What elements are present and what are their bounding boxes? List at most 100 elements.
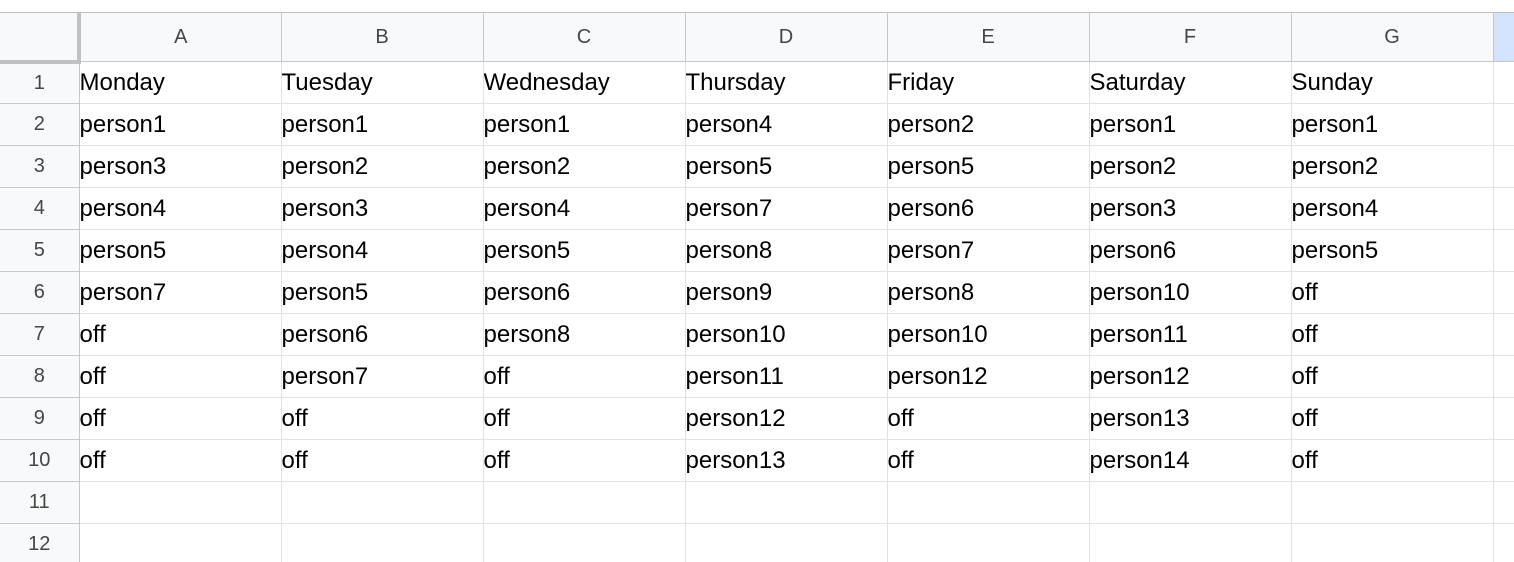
cell-b[interactable]: off bbox=[281, 439, 484, 482]
cell-d[interactable] bbox=[685, 523, 888, 562]
row-header[interactable]: 8 bbox=[0, 355, 80, 398]
cell-b[interactable]: person5 bbox=[281, 271, 484, 314]
cell-f[interactable]: person14 bbox=[1089, 439, 1292, 482]
cell-g[interactable]: off bbox=[1291, 271, 1494, 314]
cell-c[interactable]: off bbox=[483, 439, 686, 482]
cell-c[interactable] bbox=[483, 481, 686, 524]
column-header-b[interactable]: B bbox=[281, 12, 484, 62]
cell-g[interactable]: person5 bbox=[1291, 229, 1494, 272]
cell-overflow[interactable] bbox=[1493, 187, 1514, 230]
cell-d[interactable]: person5 bbox=[685, 145, 888, 188]
cell-e[interactable] bbox=[887, 523, 1090, 562]
column-header-d[interactable]: D bbox=[685, 12, 888, 62]
cell-b[interactable]: person6 bbox=[281, 313, 484, 356]
cell-e[interactable]: person10 bbox=[887, 313, 1090, 356]
cell-g[interactable]: person4 bbox=[1291, 187, 1494, 230]
cell-c[interactable]: person2 bbox=[483, 145, 686, 188]
cell-a[interactable]: person4 bbox=[79, 187, 282, 230]
cell-overflow[interactable] bbox=[1493, 523, 1514, 562]
row-header[interactable]: 9 bbox=[0, 397, 80, 440]
cell-a[interactable]: person7 bbox=[79, 271, 282, 314]
cell-e[interactable]: person12 bbox=[887, 355, 1090, 398]
cell-a[interactable] bbox=[79, 481, 282, 524]
cell-d[interactable]: person7 bbox=[685, 187, 888, 230]
cell-a[interactable]: off bbox=[79, 397, 282, 440]
cell-e[interactable]: person5 bbox=[887, 145, 1090, 188]
cell-g[interactable]: off bbox=[1291, 439, 1494, 482]
cell-g[interactable]: person1 bbox=[1291, 103, 1494, 146]
column-header-c[interactable]: C bbox=[483, 12, 686, 62]
row-header[interactable]: 1 bbox=[0, 61, 80, 104]
cell-c[interactable]: person1 bbox=[483, 103, 686, 146]
cell-e[interactable] bbox=[887, 481, 1090, 524]
cell-overflow[interactable] bbox=[1493, 397, 1514, 440]
cell-overflow[interactable] bbox=[1493, 271, 1514, 314]
cell-e[interactable]: person2 bbox=[887, 103, 1090, 146]
column-header-g[interactable]: G bbox=[1291, 12, 1494, 62]
cell-f[interactable]: person11 bbox=[1089, 313, 1292, 356]
cell-d[interactable]: person11 bbox=[685, 355, 888, 398]
row-header[interactable]: 7 bbox=[0, 313, 80, 356]
cell-c[interactable]: Wednesday bbox=[483, 61, 686, 104]
select-all-corner[interactable] bbox=[0, 12, 81, 64]
cell-e[interactable]: person8 bbox=[887, 271, 1090, 314]
cell-g[interactable] bbox=[1291, 481, 1494, 524]
cell-e[interactable]: Friday bbox=[887, 61, 1090, 104]
cell-overflow[interactable] bbox=[1493, 439, 1514, 482]
cell-a[interactable] bbox=[79, 523, 282, 562]
cell-d[interactable]: person12 bbox=[685, 397, 888, 440]
cell-a[interactable]: off bbox=[79, 439, 282, 482]
cell-c[interactable]: off bbox=[483, 355, 686, 398]
row-header[interactable]: 5 bbox=[0, 229, 80, 272]
cell-d[interactable]: person10 bbox=[685, 313, 888, 356]
cell-e[interactable]: off bbox=[887, 397, 1090, 440]
cell-a[interactable]: person1 bbox=[79, 103, 282, 146]
cell-overflow[interactable] bbox=[1493, 481, 1514, 524]
cell-e[interactable]: person7 bbox=[887, 229, 1090, 272]
cell-d[interactable] bbox=[685, 481, 888, 524]
cell-overflow[interactable] bbox=[1493, 61, 1514, 104]
cell-c[interactable]: person6 bbox=[483, 271, 686, 314]
column-header-a[interactable]: A bbox=[79, 12, 282, 62]
row-header[interactable]: 3 bbox=[0, 145, 80, 188]
cell-b[interactable]: off bbox=[281, 397, 484, 440]
cell-f[interactable] bbox=[1089, 523, 1292, 562]
cell-b[interactable]: person1 bbox=[281, 103, 484, 146]
cell-g[interactable]: off bbox=[1291, 313, 1494, 356]
cell-f[interactable] bbox=[1089, 481, 1292, 524]
cell-f[interactable]: Saturday bbox=[1089, 61, 1292, 104]
column-header-next[interactable] bbox=[1493, 12, 1514, 62]
cell-g[interactable]: Sunday bbox=[1291, 61, 1494, 104]
cell-overflow[interactable] bbox=[1493, 103, 1514, 146]
cell-a[interactable]: off bbox=[79, 313, 282, 356]
cell-b[interactable]: person2 bbox=[281, 145, 484, 188]
cell-b[interactable]: person4 bbox=[281, 229, 484, 272]
cell-overflow[interactable] bbox=[1493, 145, 1514, 188]
cell-overflow[interactable] bbox=[1493, 229, 1514, 272]
cell-b[interactable]: person7 bbox=[281, 355, 484, 398]
cell-g[interactable]: person2 bbox=[1291, 145, 1494, 188]
cell-a[interactable]: person5 bbox=[79, 229, 282, 272]
cell-d[interactable]: person13 bbox=[685, 439, 888, 482]
row-header[interactable]: 12 bbox=[0, 523, 80, 562]
cell-f[interactable]: person6 bbox=[1089, 229, 1292, 272]
cell-b[interactable] bbox=[281, 523, 484, 562]
row-header[interactable]: 11 bbox=[0, 481, 80, 524]
cell-b[interactable]: person3 bbox=[281, 187, 484, 230]
cell-c[interactable]: person8 bbox=[483, 313, 686, 356]
cell-d[interactable]: person8 bbox=[685, 229, 888, 272]
row-header[interactable]: 6 bbox=[0, 271, 80, 314]
cell-f[interactable]: person13 bbox=[1089, 397, 1292, 440]
cell-b[interactable]: Tuesday bbox=[281, 61, 484, 104]
cell-c[interactable] bbox=[483, 523, 686, 562]
row-header[interactable]: 4 bbox=[0, 187, 80, 230]
cell-g[interactable]: off bbox=[1291, 397, 1494, 440]
cell-g[interactable] bbox=[1291, 523, 1494, 562]
cell-f[interactable]: person1 bbox=[1089, 103, 1292, 146]
cell-f[interactable]: person10 bbox=[1089, 271, 1292, 314]
cell-e[interactable]: off bbox=[887, 439, 1090, 482]
cell-f[interactable]: person2 bbox=[1089, 145, 1292, 188]
row-header[interactable]: 10 bbox=[0, 439, 80, 482]
cell-c[interactable]: off bbox=[483, 397, 686, 440]
cell-a[interactable]: person3 bbox=[79, 145, 282, 188]
